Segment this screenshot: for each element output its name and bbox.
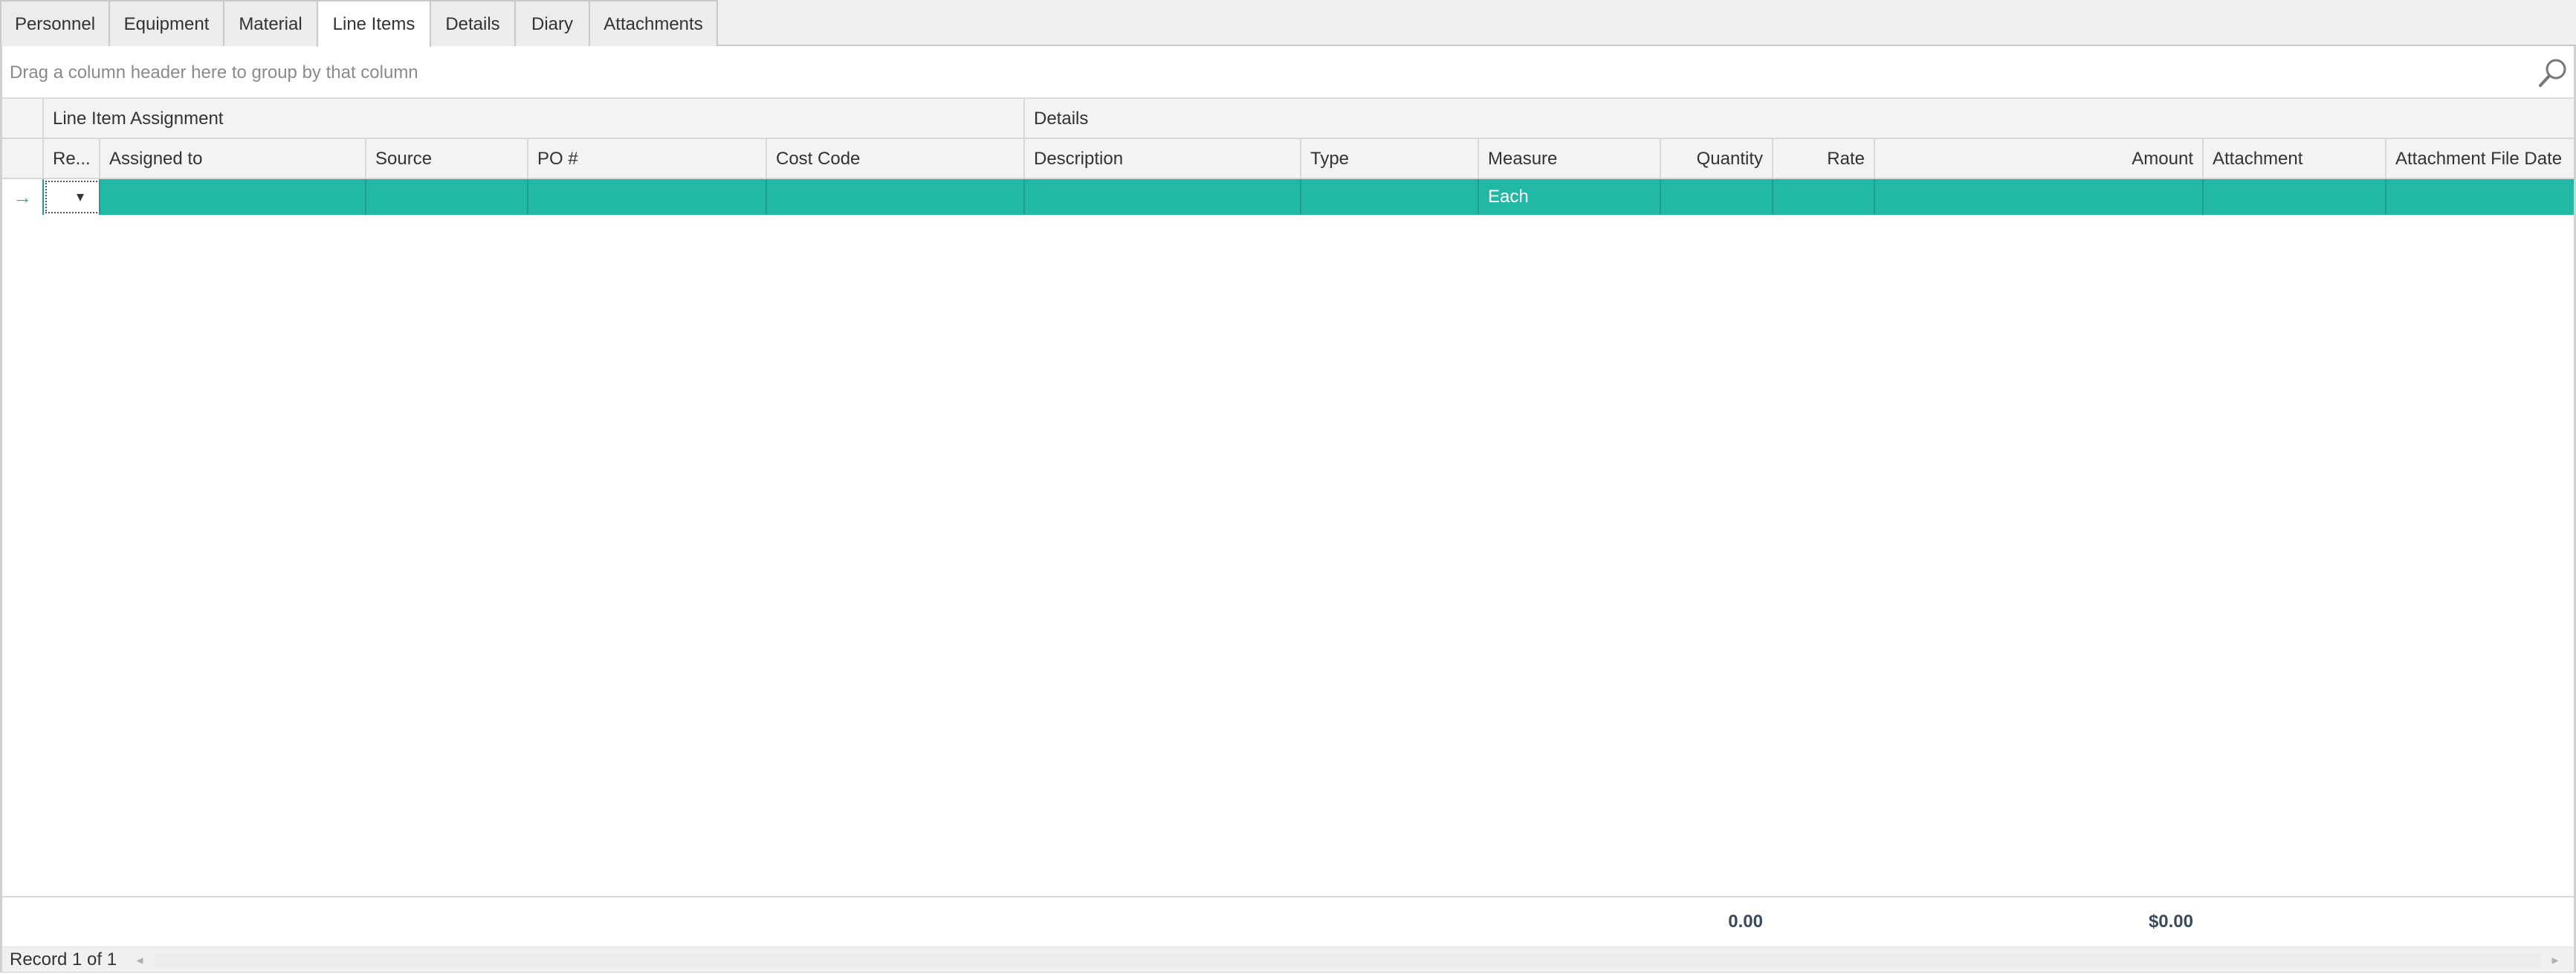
re-dropdown[interactable]: ▾ (45, 181, 99, 213)
row-indicator: → (2, 179, 42, 215)
search-icon[interactable] (2537, 57, 2569, 89)
tab-details[interactable]: Details (430, 0, 516, 46)
group-by-hint: Drag a column header here to group by th… (10, 62, 418, 83)
column-header-po[interactable]: PO # (527, 139, 766, 178)
tab-diary[interactable]: Diary (514, 0, 590, 46)
record-navigator: Record 1 of 1 ◂ ▸ (2, 946, 2574, 972)
band-header-row: Line Item Assignment Details (2, 99, 2574, 139)
cell-rate[interactable] (1772, 179, 1874, 215)
cell-attachment-file-date[interactable] (2385, 179, 2574, 215)
cell-cost-code[interactable] (766, 179, 1023, 215)
column-header-type[interactable]: Type (1300, 139, 1478, 178)
column-header-rate[interactable]: Rate (1772, 139, 1874, 178)
tab-personnel[interactable]: Personnel (0, 0, 110, 46)
footer-summary-row: 0.00 $0.00 (2, 897, 2574, 946)
band-details[interactable]: Details (1023, 99, 2574, 138)
scroll-right-icon[interactable]: ▸ (2544, 949, 2566, 971)
tab-strip: Personnel Equipment Material Line Items … (0, 0, 2576, 48)
quantity-total: 0.00 (1728, 912, 1763, 932)
column-header-assigned-to[interactable]: Assigned to (99, 139, 365, 178)
line-items-window: Personnel Equipment Material Line Items … (0, 0, 2576, 974)
band-indicator-spacer (2, 99, 42, 138)
column-header-attachment-file-date[interactable]: Attachment File Date (2385, 139, 2574, 178)
cell-re[interactable]: ▾ (42, 179, 99, 215)
cell-attachment[interactable] (2202, 179, 2385, 215)
cell-amount[interactable] (1874, 179, 2202, 215)
record-count: Record 1 of 1 (10, 949, 117, 970)
column-header-attachment[interactable]: Attachment (2202, 139, 2385, 178)
group-by-panel[interactable]: Drag a column header here to group by th… (2, 47, 2574, 99)
column-header-source[interactable]: Source (365, 139, 527, 178)
focused-row-arrow-icon: → (13, 186, 32, 208)
tab-equipment[interactable]: Equipment (109, 0, 224, 46)
column-header-amount[interactable]: Amount (1874, 139, 2202, 178)
cell-po[interactable] (527, 179, 766, 215)
cell-assigned-to[interactable] (99, 179, 365, 215)
cell-quantity[interactable] (1660, 179, 1772, 215)
cell-source[interactable] (365, 179, 527, 215)
tab-line-items[interactable]: Line Items (317, 0, 431, 48)
amount-total: $0.00 (2148, 912, 2193, 932)
cell-description[interactable] (1023, 179, 1300, 215)
cell-measure[interactable]: Each (1478, 179, 1660, 215)
tab-material[interactable]: Material (223, 0, 318, 46)
scroll-left-icon[interactable]: ◂ (129, 949, 151, 971)
column-header-cost-code[interactable]: Cost Code (766, 139, 1023, 178)
column-header-measure[interactable]: Measure (1478, 139, 1660, 178)
band-line-item-assignment[interactable]: Line Item Assignment (42, 99, 1023, 138)
column-header-description[interactable]: Description (1023, 139, 1300, 178)
column-header-row: Re... Assigned to Source PO # Cost Code … (2, 139, 2574, 179)
column-header-re[interactable]: Re... (42, 139, 99, 178)
horizontal-scrollbar[interactable] (155, 953, 2540, 967)
cell-type[interactable] (1300, 179, 1478, 215)
chevron-down-icon[interactable]: ▾ (77, 182, 84, 212)
table-row[interactable]: → ▾ Each (2, 179, 2574, 215)
column-header-quantity[interactable]: Quantity (1660, 139, 1772, 178)
column-indicator-spacer (2, 139, 42, 178)
tab-attachments[interactable]: Attachments (589, 0, 718, 46)
